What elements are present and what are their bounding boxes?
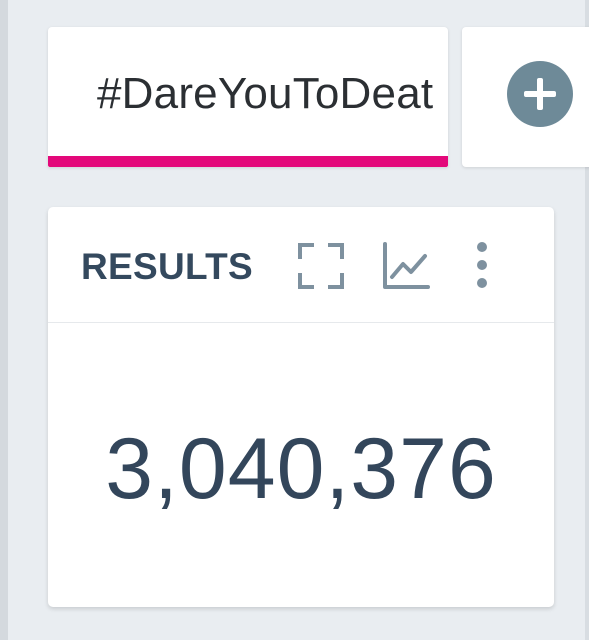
results-card-header: RESULTS bbox=[48, 207, 554, 323]
tab-search-query[interactable]: #DareYouToDeat bbox=[48, 27, 448, 167]
results-count: 3,040,376 bbox=[105, 421, 497, 517]
add-tab-button[interactable] bbox=[507, 61, 573, 127]
left-edge-rail bbox=[0, 0, 8, 640]
expand-icon[interactable] bbox=[296, 241, 346, 291]
add-tab-panel bbox=[462, 27, 589, 167]
results-card: RESULTS 3,040,376 bbox=[48, 207, 554, 607]
active-tab-indicator bbox=[48, 156, 448, 167]
results-title: RESULTS bbox=[81, 246, 254, 287]
more-vert-icon[interactable] bbox=[464, 241, 500, 291]
trend-chart-icon[interactable] bbox=[381, 241, 431, 291]
tab-label: #DareYouToDeat bbox=[97, 69, 434, 118]
